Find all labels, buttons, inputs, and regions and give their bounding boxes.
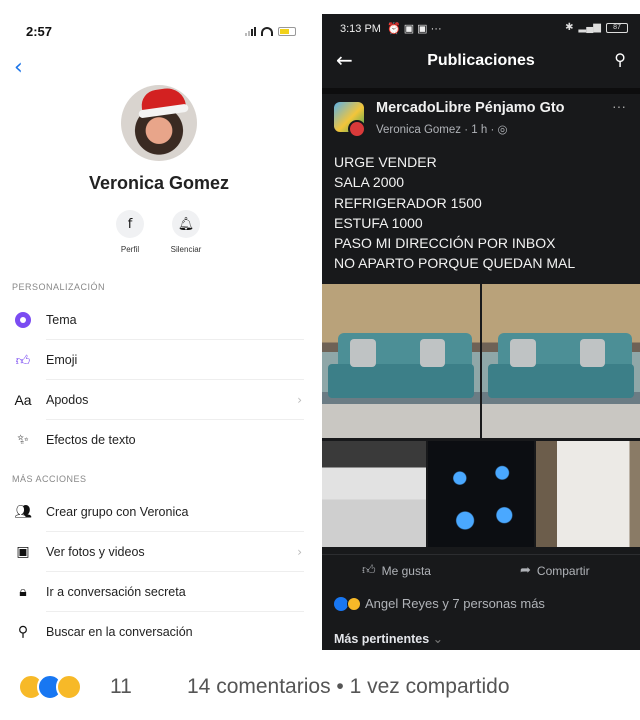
- share-button[interactable]: ➦ Compartir: [520, 563, 590, 578]
- signal-icon: ▂▄▆: [578, 22, 601, 33]
- post-line: NO APARTO PORQUE QUEDAN MAL: [334, 255, 576, 272]
- author-name[interactable]: Veronica Gomez: [376, 124, 461, 136]
- menu-item-label: Efectos de texto: [46, 433, 136, 447]
- thumbs-up-icon: 👍︎: [362, 563, 376, 578]
- comment-sort-dropdown[interactable]: Más pertinentes ⌄: [334, 631, 443, 646]
- photo-sofa-1[interactable]: [322, 284, 480, 438]
- menu-item-label: Ir a conversación secreta: [46, 585, 186, 599]
- section-personalization: PERSONALIZACIÓN: [12, 282, 106, 292]
- group-name[interactable]: MercadoLibre Pénjamo Gto: [376, 100, 565, 116]
- status-icons: ✱ ▂▄▆ 87: [565, 22, 628, 33]
- page-title: Publicaciones: [427, 52, 535, 69]
- wow-emoji-icon: [56, 674, 82, 700]
- profile-name: Veronica Gomez: [88, 173, 230, 193]
- messenger-settings-panel: 2:57 ‹ Veronica Gomez f Perfil 🔔︎ Silenc…: [0, 0, 318, 660]
- bell-icon: 🔔︎: [172, 210, 200, 238]
- post-actions: 👍︎ Me gusta ➦ Compartir: [322, 554, 640, 586]
- menu-item-label: Buscar en la conversación: [46, 625, 193, 639]
- battery-icon: [278, 26, 296, 36]
- facebook-post-panel: 3:13 PM ⏰ ▣ ▣ ··· ✱ ▂▄▆ 87 ← Publicacion…: [322, 14, 640, 650]
- photo-stove[interactable]: [322, 441, 426, 547]
- search-icon[interactable]: ⚲: [614, 50, 626, 69]
- menu-item-label: Ver fotos y videos: [46, 545, 145, 559]
- menu-item-create-group[interactable]: 👥︎ Crear grupo con Veronica: [0, 492, 318, 532]
- lock-icon: 🔒︎: [19, 584, 27, 600]
- menu-item-nicknames[interactable]: Aa Apodos ›: [0, 380, 318, 420]
- status-time: 2:57: [26, 24, 53, 39]
- menu-item-label: Crear grupo con Veronica: [46, 505, 189, 519]
- chevron-down-icon: ⌄: [432, 632, 444, 646]
- post-line: URGE VENDER: [334, 154, 437, 170]
- menu-item-label: Tema: [46, 313, 77, 327]
- post-time[interactable]: 1 h: [471, 124, 487, 136]
- post-line: REFRIGERADOR 1500: [334, 194, 482, 211]
- menu-item-search-conversation[interactable]: ⚲ Buscar en la conversación: [0, 612, 318, 652]
- menu-item-label: Emoji: [46, 353, 78, 367]
- menu-item-photos-videos[interactable]: ▣ Ver fotos y videos ›: [0, 532, 318, 572]
- menu-item-secret-conversation[interactable]: 🔒︎ Ir a conversación secreta: [0, 572, 318, 612]
- chevron-right-icon: ›: [297, 393, 302, 407]
- share-label: Compartir: [536, 563, 590, 578]
- thumbs-up-icon: 👍︎: [15, 352, 31, 369]
- status-time: 3:13 PM: [340, 22, 381, 35]
- signal-icon: [245, 26, 256, 36]
- photo-burners[interactable]: [428, 441, 534, 547]
- post-meta: Veronica Gomez · 1 h · ◎: [376, 124, 508, 136]
- reaction-emojis[interactable]: [18, 674, 82, 700]
- menu-item-theme[interactable]: Tema: [0, 300, 318, 340]
- post-body: URGE VENDER SALA 2000 REFRIGERADOR 1500 …: [334, 152, 575, 274]
- back-chevron-icon[interactable]: ‹: [14, 55, 23, 80]
- group-icon: 👥︎: [14, 504, 32, 520]
- status-icons: [245, 26, 296, 36]
- magic-wand-icon: ✨︎: [17, 432, 29, 448]
- search-icon: ⚲: [17, 624, 29, 640]
- text-aa-icon: Aa: [14, 392, 32, 408]
- more-options-icon[interactable]: ···: [612, 98, 626, 114]
- reactions-bar: 11 14 comentarios • 1 vez compartido: [0, 666, 640, 710]
- like-button[interactable]: 👍︎ Me gusta: [362, 563, 431, 578]
- status-bar: 3:13 PM ⏰ ▣ ▣ ···: [340, 22, 442, 36]
- bluetooth-icon: ✱: [565, 22, 574, 33]
- wifi-icon: [261, 26, 273, 36]
- section-more-actions: MÁS ACCIONES: [12, 474, 87, 484]
- sort-label: Más pertinentes: [334, 632, 430, 646]
- profile-avatar[interactable]: [121, 85, 197, 161]
- photo-refrigerator[interactable]: [536, 441, 640, 547]
- comments-share-summary[interactable]: 14 comentarios • 1 vez compartido: [187, 675, 510, 699]
- menu-item-text-effects[interactable]: ✨︎ Efectos de texto: [0, 420, 318, 460]
- chevron-right-icon: ›: [297, 545, 302, 559]
- theme-dot-icon: [0, 312, 46, 328]
- photos-icon: ▣: [16, 544, 30, 560]
- divider: [322, 88, 640, 94]
- profile-button-label: Perfil: [120, 245, 140, 254]
- post-line: PASO MI DIRECCIÓN POR INBOX: [334, 235, 556, 252]
- like-label: Me gusta: [381, 563, 431, 578]
- author-avatar[interactable]: [348, 120, 366, 138]
- mute-button[interactable]: 🔔︎ Silenciar: [156, 210, 216, 254]
- status-notification-icons: ⏰ ▣ ▣ ···: [386, 23, 442, 35]
- post-line: ESTUFA 1000: [334, 214, 423, 231]
- like-reaction-icon: [334, 596, 348, 611]
- top-bar: ← Publicaciones ⚲: [322, 44, 640, 80]
- photo-sofa-2[interactable]: [482, 284, 640, 438]
- mute-button-label: Silenciar: [170, 245, 202, 254]
- haha-reaction-icon: [347, 596, 361, 611]
- battery-icon: 87: [606, 22, 628, 33]
- menu-item-emoji[interactable]: 👍︎ Emoji: [0, 340, 318, 380]
- audience-icon: · ◎: [490, 124, 508, 136]
- profile-button[interactable]: f Perfil: [100, 210, 160, 254]
- santa-hat: [139, 86, 187, 114]
- share-arrow-icon: ➦: [520, 563, 531, 578]
- reaction-count[interactable]: 11: [110, 675, 132, 699]
- post-line: SALA 2000: [334, 174, 405, 191]
- facebook-icon: f: [116, 210, 144, 238]
- reactions-text: Angel Reyes y 7 personas más: [365, 596, 545, 611]
- menu-item-label: Apodos: [46, 393, 89, 407]
- reactions-summary[interactable]: Angel Reyes y 7 personas más: [334, 596, 545, 611]
